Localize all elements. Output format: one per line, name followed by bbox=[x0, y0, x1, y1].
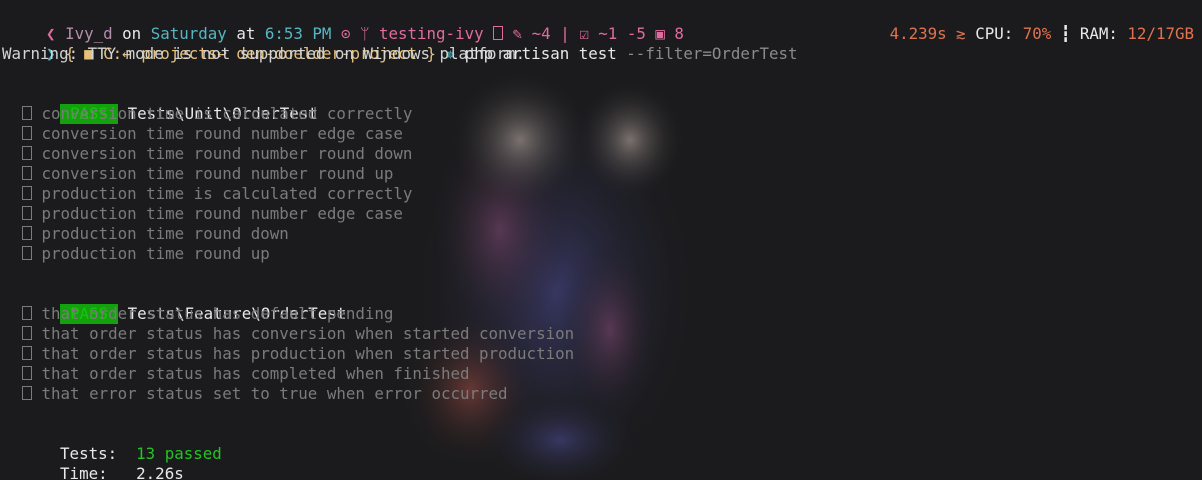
test-name: that order status has production when st… bbox=[41, 344, 575, 363]
test-line: that order status has conversion when st… bbox=[22, 324, 574, 344]
terminal[interactable]: ❮ Ivy_d on Saturday at 6:53 PM ⊙ ᛘ testi… bbox=[0, 0, 1202, 480]
check-icon bbox=[22, 226, 32, 240]
test-line: conversion time is calculated correctly bbox=[22, 104, 412, 124]
check-icon bbox=[22, 146, 32, 160]
test-line: production time round down bbox=[22, 224, 289, 244]
check-icon bbox=[22, 206, 32, 220]
test-line: that order status has completed when fin… bbox=[22, 364, 470, 384]
summary-tests: Tests: 13 passed bbox=[22, 424, 222, 463]
test-name: conversion time round number edge case bbox=[41, 124, 403, 143]
check-icon bbox=[22, 186, 32, 200]
check-icon bbox=[22, 306, 32, 320]
command-argument: --filter=OrderTest bbox=[626, 44, 798, 63]
test-line: conversion time round number round up bbox=[22, 164, 393, 184]
check-icon bbox=[22, 246, 32, 260]
cpu-value: 70% bbox=[1022, 24, 1052, 43]
test-line: that order status has production when st… bbox=[22, 344, 574, 364]
test-name: production time round up bbox=[41, 244, 270, 263]
time-value: 2.26s bbox=[136, 464, 184, 480]
test-line: that order status has default pending bbox=[22, 304, 393, 324]
ram-icon: ┇ bbox=[1060, 24, 1071, 43]
suite-header: PASS Tests\Unit\OrderTest bbox=[22, 84, 318, 124]
test-line: conversion time round number edge case bbox=[22, 124, 403, 144]
test-name: production time round down bbox=[41, 224, 289, 243]
check-icon bbox=[22, 346, 32, 360]
cpu-icon: ≳ bbox=[956, 24, 966, 43]
summary-time: Time: 2.26s bbox=[22, 444, 184, 480]
test-name: that order status has completed when fin… bbox=[41, 364, 470, 383]
suite-header: PASS Tests\Feature\OrderTest bbox=[22, 284, 346, 324]
cpu-label: CPU: bbox=[975, 24, 1014, 43]
test-name: conversion time is calculated correctly bbox=[41, 104, 413, 123]
test-name: conversion time round number round up bbox=[41, 164, 394, 183]
status-bar: 4.239s ≳ CPU: 70% ┇ RAM: 12/17GB bbox=[852, 4, 1194, 43]
command-line[interactable]: ❯ { ■ C:↩ projects↩ den-doelder-project … bbox=[8, 24, 797, 63]
test-name: that order status has conversion when st… bbox=[41, 324, 575, 343]
check-icon bbox=[22, 366, 32, 380]
ram-value: 12/17GB bbox=[1127, 24, 1194, 43]
warning-line: Warning: TTY mode is not supported on Wi… bbox=[2, 44, 526, 63]
check-icon bbox=[22, 166, 32, 180]
time-label: Time: bbox=[60, 464, 108, 480]
test-name: that error status set to true when error… bbox=[41, 384, 508, 403]
test-line: production time is calculated correctly bbox=[22, 184, 412, 204]
ram-label: RAM: bbox=[1079, 24, 1118, 43]
test-name: production time round number edge case bbox=[41, 204, 403, 223]
prompt-line: ❮ Ivy_d on Saturday at 6:53 PM ⊙ ᛘ testi… bbox=[8, 4, 684, 43]
check-icon bbox=[22, 386, 32, 400]
test-line: production time round up bbox=[22, 244, 270, 264]
check-icon bbox=[22, 106, 32, 120]
test-line: conversion time round number round down bbox=[22, 144, 412, 164]
test-name: that order status has default pending bbox=[41, 304, 394, 323]
check-icon bbox=[22, 126, 32, 140]
test-line: production time round number edge case bbox=[22, 204, 403, 224]
check-icon bbox=[22, 326, 32, 340]
test-name: production time is calculated correctly bbox=[41, 184, 413, 203]
test-line: that error status set to true when error… bbox=[22, 384, 508, 404]
command-duration: 4.239s bbox=[889, 24, 947, 43]
test-name: conversion time round number round down bbox=[41, 144, 413, 163]
